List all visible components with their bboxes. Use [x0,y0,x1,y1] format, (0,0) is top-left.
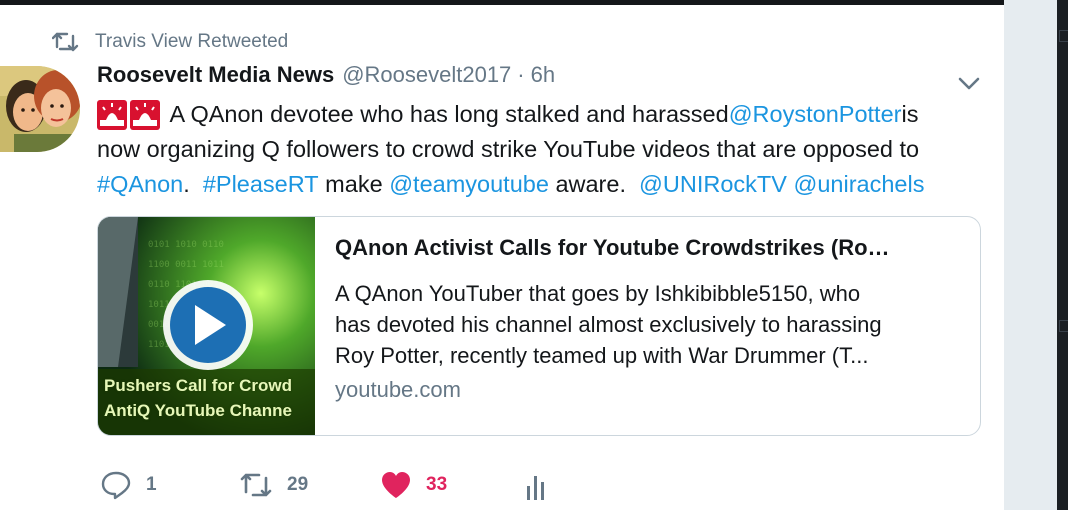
tweet-text-segment: A QAnon devotee who has long stalked and… [169,101,729,127]
author-name[interactable]: Roosevelt Media News [97,62,334,88]
tweet-text-segment: now organizing Q followers to crowd stri… [97,136,920,162]
avatar[interactable] [0,66,80,152]
retweet-context-text[interactable]: Travis View Retweeted [95,31,288,53]
card-description: A QAnon YouTuber that goes by Ishkibibbl… [335,278,963,371]
reply-button[interactable]: 1 [100,470,157,500]
card-domain[interactable]: youtube.com [335,377,461,403]
hashtag-link[interactable]: #PleaseRT [203,167,319,202]
mention-link[interactable]: @UNIRockTV [639,167,787,202]
tweet-text-segment: is [901,101,919,127]
analytics-icon [527,476,544,500]
tweet-text-segment: make [318,171,390,197]
tweet-text-segment: aware. [548,171,640,197]
retweet-context[interactable]: Travis View Retweeted [52,30,288,54]
author-handle[interactable]: @Roosevelt2017 [342,62,511,88]
tweet-text-segment: . [183,171,203,197]
svg-text:0101 1010 0110: 0101 1010 0110 [148,240,224,250]
tweet[interactable]: Travis View Retweeted Roosevelt Media Ne… [0,5,1004,510]
heart-icon [382,472,410,498]
retweet-count: 29 [287,474,309,495]
retweet-context-icon [52,32,79,52]
hashtag-link[interactable]: #QAnon [97,167,183,202]
rotating-light-emoji-icon [97,99,127,130]
chevron-down-icon[interactable] [956,73,982,93]
tweet-timestamp[interactable]: 6h [531,62,555,88]
reply-icon [101,471,131,500]
header-separator: · [517,62,525,87]
like-count: 33 [426,474,448,495]
card-description-line: Roy Potter, recently teamed up with War … [335,343,869,368]
dark-side-panel [1057,0,1068,510]
mention-link[interactable]: @RoystonPotter [729,97,902,132]
retweet-icon [240,473,272,497]
reply-count: 1 [146,474,157,495]
card-description-line: has devoted his channel almost exclusive… [335,312,882,337]
mention-link[interactable]: @teamyoutube [389,167,549,202]
thumbnail-caption: Pushers Call for Crowd [104,376,292,395]
tweet-actions: 1 29 33 [0,468,1004,506]
tweet-text: A QAnon devotee who has long stalked and… [97,97,977,202]
retweet-button[interactable]: 29 [239,470,308,500]
mention-link[interactable]: @unirachels [793,167,924,202]
rotating-light-emoji-icon [130,99,160,130]
link-card[interactable]: 0101 1010 0110 1100 0011 1011 0110 1101 … [97,216,981,436]
tweet-header: Roosevelt Media News @Roosevelt2017 · 6h [97,62,555,92]
svg-text:1100 0011 1011: 1100 0011 1011 [148,260,224,270]
like-button[interactable]: 33 [380,470,447,500]
video-thumbnail[interactable]: 0101 1010 0110 1100 0011 1011 0110 1101 … [98,217,315,435]
card-description-line: A QAnon YouTuber that goes by Ishkibibbl… [335,281,861,306]
analytics-button[interactable] [524,472,550,502]
thumbnail-caption: AntiQ YouTube Channe [104,401,292,420]
card-title[interactable]: QAnon Activist Calls for Youtube Crowdst… [335,235,963,261]
